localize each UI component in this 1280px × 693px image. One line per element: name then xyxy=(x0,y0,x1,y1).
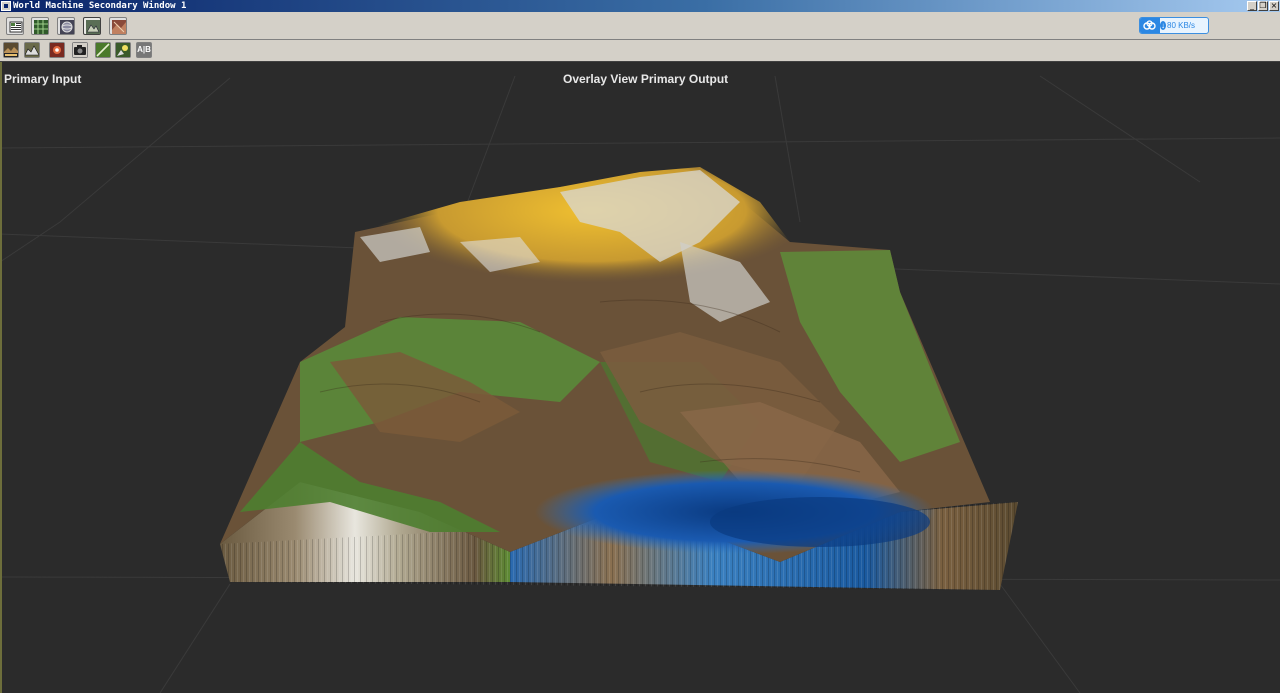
close-icon[interactable]: × xyxy=(1269,1,1279,11)
device-list-icon xyxy=(9,21,23,33)
minimize-icon[interactable]: _ xyxy=(1247,1,1257,11)
network-speed-widget[interactable]: ↓ 80 KB/s xyxy=(1139,17,1209,34)
texture-view-icon xyxy=(112,20,126,34)
network-speed-value: 80 KB/s xyxy=(1167,21,1196,30)
camera-button[interactable] xyxy=(72,42,88,58)
texture-view-button[interactable] xyxy=(109,17,127,35)
download-arrow-icon: ↓ xyxy=(1160,21,1166,30)
relief-icon xyxy=(25,43,39,57)
heightfield-grid-icon xyxy=(34,20,48,34)
window-controls: _ ❐ × xyxy=(1247,1,1279,11)
overlay-render-icon xyxy=(4,43,18,57)
slope-line-button[interactable] xyxy=(95,42,111,58)
title-bar: World Machine Secondary Window 1 _ ❐ × xyxy=(0,0,1280,12)
window-title: World Machine Secondary Window 1 xyxy=(13,1,187,11)
relief-button[interactable] xyxy=(24,42,40,58)
heightfield-grid-button[interactable] xyxy=(31,17,49,35)
restore-icon[interactable]: ❐ xyxy=(1258,1,1268,11)
camera-icon xyxy=(73,43,87,57)
device-list-button[interactable] xyxy=(6,17,24,35)
sphere-view-icon xyxy=(60,20,74,34)
overlay-render-button[interactable] xyxy=(3,42,19,58)
view-toolbar: A|B xyxy=(0,40,1280,62)
cloud-download-icon xyxy=(1140,18,1160,33)
main-toolbar: ↓ 80 KB/s xyxy=(0,12,1280,40)
terrain-scene xyxy=(0,75,1280,693)
scale-icon xyxy=(50,43,64,57)
lighting-button[interactable] xyxy=(115,42,131,58)
terrain-3d-view-icon xyxy=(86,20,100,34)
app-window-icon[interactable] xyxy=(1,1,11,11)
sphere-view-button[interactable] xyxy=(57,17,75,35)
lighting-icon xyxy=(116,43,130,57)
ab-compare-button[interactable]: A|B xyxy=(136,42,152,58)
terrain-3d-view-button[interactable] xyxy=(83,17,101,35)
scale-button[interactable] xyxy=(49,42,65,58)
slope-line-icon xyxy=(96,43,110,57)
ab-compare-icon: A|B xyxy=(137,45,151,54)
terrain-viewport[interactable]: Primary Input Overlay View Primary Outpu… xyxy=(0,62,1280,693)
primary-input-label: Primary Input xyxy=(4,72,82,86)
viewport-left-edge xyxy=(0,62,2,693)
overlay-view-label: Overlay View Primary Output xyxy=(563,72,729,86)
